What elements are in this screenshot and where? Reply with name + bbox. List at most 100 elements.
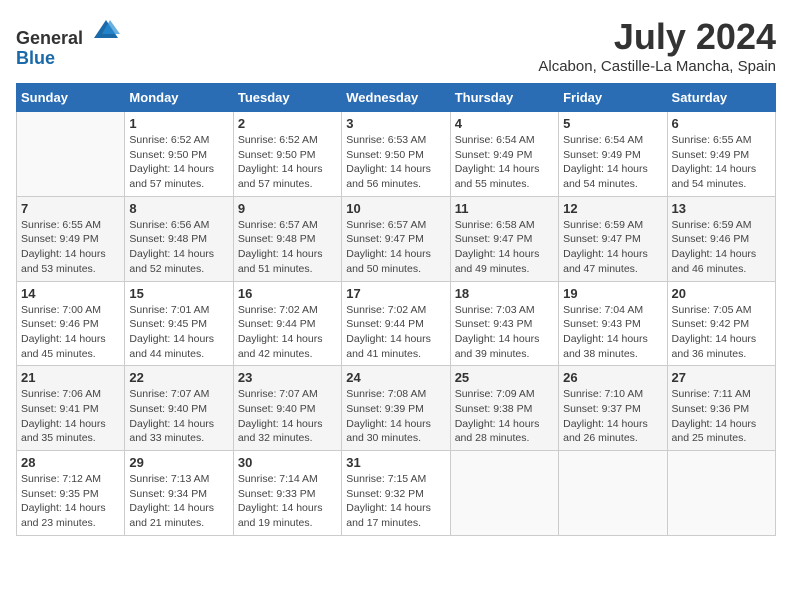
day-info: Sunrise: 7:07 AMSunset: 9:40 PMDaylight:… bbox=[129, 387, 228, 446]
day-info: Sunrise: 6:57 AMSunset: 9:47 PMDaylight:… bbox=[346, 218, 445, 277]
logo: General Blue bbox=[16, 16, 120, 69]
day-info: Sunrise: 7:15 AMSunset: 9:32 PMDaylight:… bbox=[346, 472, 445, 531]
day-number: 25 bbox=[455, 370, 554, 385]
day-number: 5 bbox=[563, 116, 662, 131]
day-cell: 21 Sunrise: 7:06 AMSunset: 9:41 PMDayligh… bbox=[17, 366, 125, 451]
day-info: Sunrise: 6:55 AMSunset: 9:49 PMDaylight:… bbox=[21, 218, 120, 277]
header-saturday: Saturday bbox=[667, 84, 775, 112]
day-number: 23 bbox=[238, 370, 337, 385]
header-wednesday: Wednesday bbox=[342, 84, 450, 112]
day-number: 18 bbox=[455, 286, 554, 301]
week-row-1: 1Sunrise: 6:52 AMSunset: 9:50 PMDaylight… bbox=[17, 112, 776, 197]
day-info: Sunrise: 7:02 AMSunset: 9:44 PMDaylight:… bbox=[238, 303, 337, 362]
day-info: Sunrise: 7:04 AMSunset: 9:43 PMDaylight:… bbox=[563, 303, 662, 362]
day-info: Sunrise: 7:00 AMSunset: 9:46 PMDaylight:… bbox=[21, 303, 120, 362]
day-info: Sunrise: 6:54 AMSunset: 9:49 PMDaylight:… bbox=[455, 133, 554, 192]
day-info: Sunrise: 7:03 AMSunset: 9:43 PMDaylight:… bbox=[455, 303, 554, 362]
day-info: Sunrise: 7:08 AMSunset: 9:39 PMDaylight:… bbox=[346, 387, 445, 446]
day-cell: 1Sunrise: 6:52 AMSunset: 9:50 PMDaylight… bbox=[125, 112, 233, 197]
day-number: 8 bbox=[129, 201, 228, 216]
header-thursday: Thursday bbox=[450, 84, 558, 112]
day-cell: 6Sunrise: 6:55 AMSunset: 9:49 PMDaylight… bbox=[667, 112, 775, 197]
day-number: 31 bbox=[346, 455, 445, 470]
day-number: 21 bbox=[21, 370, 120, 385]
day-cell: 2 Sunrise: 6:52 AMSunset: 9:50 PMDaylight… bbox=[233, 112, 341, 197]
day-cell: 22 Sunrise: 7:07 AMSunset: 9:40 PMDayligh… bbox=[125, 366, 233, 451]
week-row-5: 28Sunrise: 7:12 AMSunset: 9:35 PMDayligh… bbox=[17, 451, 776, 536]
day-cell: 13Sunrise: 6:59 AMSunset: 9:46 PMDayligh… bbox=[667, 196, 775, 281]
day-info: Sunrise: 6:56 AMSunset: 9:48 PMDaylight:… bbox=[129, 218, 228, 277]
day-number: 24 bbox=[346, 370, 445, 385]
day-cell: 29 Sunrise: 7:13 AMSunset: 9:34 PMDayligh… bbox=[125, 451, 233, 536]
day-number: 20 bbox=[672, 286, 771, 301]
day-info: Sunrise: 6:52 AMSunset: 9:50 PMDaylight:… bbox=[238, 133, 337, 192]
day-info: Sunrise: 6:53 AMSunset: 9:50 PMDaylight:… bbox=[346, 133, 445, 192]
calendar-table: SundayMondayTuesdayWednesdayThursdayFrid… bbox=[16, 83, 776, 536]
logo-blue: Blue bbox=[16, 49, 120, 69]
header-monday: Monday bbox=[125, 84, 233, 112]
day-number: 30 bbox=[238, 455, 337, 470]
day-number: 6 bbox=[672, 116, 771, 131]
day-cell: 19Sunrise: 7:04 AMSunset: 9:43 PMDayligh… bbox=[559, 281, 667, 366]
day-cell bbox=[450, 451, 558, 536]
day-number: 17 bbox=[346, 286, 445, 301]
day-cell: 9Sunrise: 6:57 AMSunset: 9:48 PMDaylight… bbox=[233, 196, 341, 281]
day-info: Sunrise: 7:14 AMSunset: 9:33 PMDaylight:… bbox=[238, 472, 337, 531]
header-tuesday: Tuesday bbox=[233, 84, 341, 112]
day-info: Sunrise: 7:07 AMSunset: 9:40 PMDaylight:… bbox=[238, 387, 337, 446]
day-number: 12 bbox=[563, 201, 662, 216]
day-cell: 4 Sunrise: 6:54 AMSunset: 9:49 PMDaylight… bbox=[450, 112, 558, 197]
day-cell: 10Sunrise: 6:57 AMSunset: 9:47 PMDayligh… bbox=[342, 196, 450, 281]
day-info: Sunrise: 6:59 AMSunset: 9:47 PMDaylight:… bbox=[563, 218, 662, 277]
day-info: Sunrise: 6:58 AMSunset: 9:47 PMDaylight:… bbox=[455, 218, 554, 277]
day-cell: 8 Sunrise: 6:56 AMSunset: 9:48 PMDaylight… bbox=[125, 196, 233, 281]
header-row: SundayMondayTuesdayWednesdayThursdayFrid… bbox=[17, 84, 776, 112]
day-cell: 24 Sunrise: 7:08 AMSunset: 9:39 PMDayligh… bbox=[342, 366, 450, 451]
header: General Blue July 2024 Alcabon, Castille… bbox=[16, 16, 776, 75]
day-number: 22 bbox=[129, 370, 228, 385]
day-number: 2 bbox=[238, 116, 337, 131]
day-cell: 15Sunrise: 7:01 AMSunset: 9:45 PMDayligh… bbox=[125, 281, 233, 366]
day-cell bbox=[559, 451, 667, 536]
day-cell: 7 Sunrise: 6:55 AMSunset: 9:49 PMDaylight… bbox=[17, 196, 125, 281]
day-info: Sunrise: 6:54 AMSunset: 9:49 PMDaylight:… bbox=[563, 133, 662, 192]
day-number: 14 bbox=[21, 286, 120, 301]
day-cell: 12 Sunrise: 6:59 AMSunset: 9:47 PMDayligh… bbox=[559, 196, 667, 281]
day-cell: 25 Sunrise: 7:09 AMSunset: 9:38 PMDayligh… bbox=[450, 366, 558, 451]
day-info: Sunrise: 7:12 AMSunset: 9:35 PMDaylight:… bbox=[21, 472, 120, 531]
day-number: 7 bbox=[21, 201, 120, 216]
day-cell: 14 Sunrise: 7:00 AMSunset: 9:46 PMDayligh… bbox=[17, 281, 125, 366]
day-info: Sunrise: 6:52 AMSunset: 9:50 PMDaylight:… bbox=[129, 133, 228, 192]
day-cell: 11 Sunrise: 6:58 AMSunset: 9:47 PMDayligh… bbox=[450, 196, 558, 281]
day-cell: 26 Sunrise: 7:10 AMSunset: 9:37 PMDayligh… bbox=[559, 366, 667, 451]
header-sunday: Sunday bbox=[17, 84, 125, 112]
day-number: 16 bbox=[238, 286, 337, 301]
day-number: 29 bbox=[129, 455, 228, 470]
day-cell: 16 Sunrise: 7:02 AMSunset: 9:44 PMDayligh… bbox=[233, 281, 341, 366]
week-row-2: 7 Sunrise: 6:55 AMSunset: 9:49 PMDaylight… bbox=[17, 196, 776, 281]
day-cell: 30 Sunrise: 7:14 AMSunset: 9:33 PMDayligh… bbox=[233, 451, 341, 536]
logo-general: General bbox=[16, 16, 120, 49]
day-cell bbox=[17, 112, 125, 197]
day-info: Sunrise: 7:05 AMSunset: 9:42 PMDaylight:… bbox=[672, 303, 771, 362]
day-number: 27 bbox=[672, 370, 771, 385]
day-cell: 18 Sunrise: 7:03 AMSunset: 9:43 PMDayligh… bbox=[450, 281, 558, 366]
day-info: Sunrise: 7:10 AMSunset: 9:37 PMDaylight:… bbox=[563, 387, 662, 446]
day-info: Sunrise: 7:06 AMSunset: 9:41 PMDaylight:… bbox=[21, 387, 120, 446]
day-info: Sunrise: 7:09 AMSunset: 9:38 PMDaylight:… bbox=[455, 387, 554, 446]
location-title: Alcabon, Castille-La Mancha, Spain bbox=[538, 58, 776, 75]
day-info: Sunrise: 7:13 AMSunset: 9:34 PMDaylight:… bbox=[129, 472, 228, 531]
title-area: July 2024 Alcabon, Castille-La Mancha, S… bbox=[538, 16, 776, 75]
day-cell bbox=[667, 451, 775, 536]
header-friday: Friday bbox=[559, 84, 667, 112]
day-number: 9 bbox=[238, 201, 337, 216]
logo-icon bbox=[92, 16, 120, 44]
day-number: 26 bbox=[563, 370, 662, 385]
day-number: 4 bbox=[455, 116, 554, 131]
day-info: Sunrise: 6:59 AMSunset: 9:46 PMDaylight:… bbox=[672, 218, 771, 277]
day-info: Sunrise: 7:11 AMSunset: 9:36 PMDaylight:… bbox=[672, 387, 771, 446]
day-number: 11 bbox=[455, 201, 554, 216]
day-cell: 3Sunrise: 6:53 AMSunset: 9:50 PMDaylight… bbox=[342, 112, 450, 197]
day-cell: 27 Sunrise: 7:11 AMSunset: 9:36 PMDayligh… bbox=[667, 366, 775, 451]
day-cell: 23 Sunrise: 7:07 AMSunset: 9:40 PMDayligh… bbox=[233, 366, 341, 451]
